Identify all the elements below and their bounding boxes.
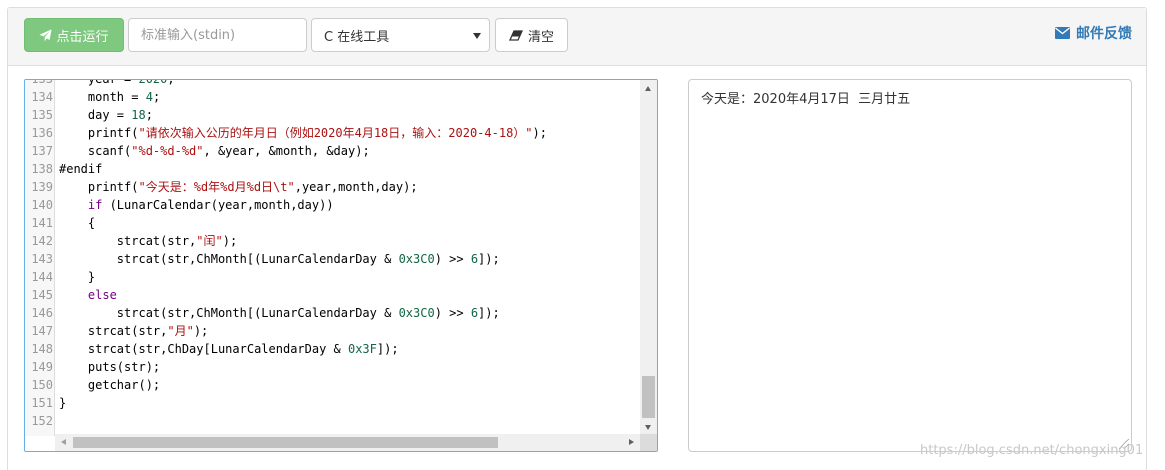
code-text: getchar();	[59, 378, 161, 392]
code-text: strcat(str,"闰");	[59, 234, 238, 248]
eraser-icon	[508, 29, 523, 41]
line-number: 137	[31, 144, 53, 158]
code-text: month = 4;	[59, 90, 161, 104]
paper-plane-icon	[39, 28, 53, 41]
caret-down-icon	[473, 33, 481, 39]
code-line: 152	[25, 412, 640, 430]
code-lines: 133 year = 2020; 134 month = 4; 135 day = …	[25, 79, 640, 430]
line-number: 151	[31, 396, 53, 410]
line-number: 141	[31, 216, 53, 230]
line-number: 138	[31, 162, 53, 176]
line-number: 134	[31, 90, 53, 104]
line-number: 147	[31, 324, 53, 338]
code-line: 142 strcat(str,"闰");	[25, 232, 640, 250]
line-number: 146	[31, 306, 53, 320]
line-number: 145	[31, 288, 53, 302]
code-text: {	[59, 216, 96, 230]
line-number: 136	[31, 126, 53, 140]
line-number: 150	[31, 378, 53, 392]
scroll-down-arrow-icon[interactable]	[645, 425, 651, 430]
code-text: strcat(str,"月");	[59, 324, 209, 338]
vertical-scroll-thumb[interactable]	[642, 376, 655, 418]
code-text: if (LunarCalendar(year,month,day))	[87, 198, 334, 212]
line-number: 152	[31, 414, 53, 428]
code-line: 148 strcat(str,ChDay[LunarCalendarDay & …	[25, 340, 640, 358]
line-number: 139	[31, 180, 53, 194]
code-line: 145 else	[25, 286, 640, 304]
language-select[interactable]: C 在线工具	[311, 18, 490, 52]
code-line: 146 strcat(str,ChMonth[(LunarCalendarDay…	[25, 304, 640, 322]
code-line: 136 printf("请依次输入公历的年月日（例如2020年4月18日，输入：…	[25, 124, 640, 142]
code-text: strcat(str,ChMonth[(LunarCalendarDay & 0…	[59, 252, 500, 266]
code-text: }	[59, 270, 96, 284]
code-line: 149 puts(str);	[25, 358, 640, 376]
run-button[interactable]: 点击运行	[24, 18, 124, 52]
language-select-value: C 在线工具	[324, 29, 390, 45]
code-text: strcat(str,ChMonth[(LunarCalendarDay & 0…	[59, 306, 500, 320]
scrollbar-corner	[640, 434, 657, 451]
line-number: 142	[31, 234, 53, 248]
watermark: https://blog.csdn.net/chongxing01	[920, 443, 1144, 458]
vertical-scrollbar[interactable]	[640, 80, 657, 436]
horizontal-scrollbar[interactable]	[55, 434, 640, 451]
run-button-label: 点击运行	[56, 29, 109, 45]
output-panel[interactable]: 今天是：2020年4月17日 三月廿五	[688, 79, 1132, 452]
code-text: printf("请依次输入公历的年月日（例如2020年4月18日，输入：2020…	[59, 126, 547, 140]
code-line: 140 if (LunarCalendar(year,month,day))	[25, 196, 640, 214]
scroll-up-arrow-icon[interactable]	[645, 86, 651, 91]
code-line: 138 #endif	[25, 160, 640, 178]
code-line: 134 month = 4;	[25, 88, 640, 106]
output-text: 今天是：2020年4月17日 三月廿五	[701, 92, 911, 107]
code-line: 135 day = 18;	[25, 106, 640, 124]
code-text: else	[87, 288, 117, 302]
email-feedback-link[interactable]: 邮件反馈	[1055, 22, 1132, 44]
code-text: scanf("%d-%d-%d", &year, &month, &day);	[59, 144, 370, 158]
code-line: 151}	[25, 394, 640, 412]
clear-button[interactable]: 清空	[495, 18, 568, 52]
line-number: 140	[31, 198, 53, 212]
email-feedback-label: 邮件反馈	[1076, 26, 1132, 42]
line-number: 143	[31, 252, 53, 266]
code-runner-panel: 点击运行 C 在线工具 清空 邮件反馈 133 year = 2020;134 …	[7, 7, 1147, 470]
code-text: day = 18;	[59, 108, 153, 122]
code-text: puts(str);	[59, 360, 161, 374]
scroll-right-arrow-icon[interactable]	[629, 439, 634, 445]
code-line: 141 {	[25, 214, 640, 232]
scroll-left-arrow-icon[interactable]	[61, 439, 66, 445]
code-line: 150 getchar();	[25, 376, 640, 394]
clear-button-label: 清空	[527, 29, 554, 45]
horizontal-scroll-thumb[interactable]	[73, 437, 498, 448]
code-line: 143 strcat(str,ChMonth[(LunarCalendarDay…	[25, 250, 640, 268]
line-number: 133	[31, 79, 53, 86]
code-text: printf("今天是：%d年%d月%d日\t",year,month,day)…	[59, 180, 418, 194]
code-editor[interactable]: 133 year = 2020; 134 month = 4; 135 day = …	[24, 79, 658, 452]
line-number: 149	[31, 360, 53, 374]
line-number: 148	[31, 342, 53, 356]
code-line: 137 scanf("%d-%d-%d", &year, &month, &da…	[25, 142, 640, 160]
code-text: }	[59, 396, 67, 410]
code-text: strcat(str,ChDay[LunarCalendarDay & 0x3F…	[59, 342, 399, 356]
code-text: #endif	[59, 162, 103, 176]
envelope-icon	[1055, 27, 1070, 39]
code-text: year = 2020;	[59, 79, 175, 86]
stdin-input[interactable]	[128, 18, 307, 52]
code-line: 147 strcat(str,"月");	[25, 322, 640, 340]
toolbar: 点击运行 C 在线工具 清空 邮件反馈	[8, 8, 1146, 66]
code-line: 144 }	[25, 268, 640, 286]
code-line: 139 printf("今天是：%d年%d月%d日\t",year,month,…	[25, 178, 640, 196]
line-number: 135	[31, 108, 53, 122]
line-number: 144	[31, 270, 53, 284]
code-line: 133 year = 2020;	[25, 79, 640, 88]
